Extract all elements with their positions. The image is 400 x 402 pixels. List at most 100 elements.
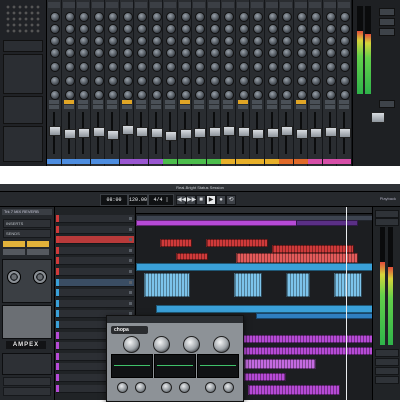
track-mute-button[interactable] [129,259,132,263]
channel-knob[interactable] [340,76,351,86]
channel-knob[interactable] [122,24,133,34]
channel-knob[interactable] [137,48,148,58]
channel-fader[interactable] [63,129,76,140]
channel-knob[interactable] [180,12,191,22]
forward-button[interactable]: ▶▶ [186,195,196,205]
channel-name-field[interactable] [251,2,264,8]
channel-fader[interactable] [310,127,323,138]
channel-knob[interactable] [224,24,235,34]
solo-button[interactable] [136,100,147,104]
panel-button[interactable] [375,358,399,366]
channel-knob[interactable] [311,76,322,86]
region-clip[interactable] [256,313,372,319]
channel-knob[interactable] [238,24,249,34]
channel-knob[interactable] [93,62,104,72]
channel-knob[interactable] [325,36,336,46]
insert-slot[interactable] [27,249,49,255]
channel-knob[interactable] [122,36,133,46]
channel-knob[interactable] [50,48,60,58]
preset-selector[interactable] [3,40,43,52]
channel-knob[interactable] [267,24,278,34]
mute-button[interactable] [179,105,190,109]
mute-button[interactable] [92,105,103,109]
channel-knob[interactable] [108,24,119,34]
mute-button[interactable] [208,105,219,109]
tape-plugin-panel[interactable] [2,259,52,303]
channel-knob[interactable] [180,76,191,86]
rewind-button[interactable]: ◀◀ [176,195,186,205]
channel-name-field[interactable] [236,2,249,8]
channel-fader[interactable] [107,130,120,141]
channel-fader[interactable] [49,126,61,137]
channel-knob[interactable] [108,62,119,72]
channel-knob[interactable] [267,48,278,58]
channel-fader[interactable] [150,127,163,138]
mute-button[interactable] [223,105,234,109]
channel-knob[interactable] [93,24,104,34]
track-header[interactable] [56,236,134,245]
channel-knob[interactable] [108,36,119,46]
solo-button[interactable] [281,100,292,104]
channel-knob[interactable] [93,76,104,86]
channel-knob[interactable] [253,76,264,86]
channel-knob[interactable] [151,90,162,100]
solo-button[interactable] [223,100,234,104]
channel-knob[interactable] [79,12,90,22]
channel-name-field[interactable] [280,2,293,8]
channel-knob[interactable] [224,62,235,72]
channel-knob[interactable] [296,36,307,46]
channel-knob[interactable] [122,62,133,72]
region-clip[interactable] [206,239,268,247]
channel-fader[interactable] [339,128,352,139]
channel-knob[interactable] [151,12,162,22]
plugin-small-knob[interactable] [179,382,190,393]
channel-knob[interactable] [282,12,293,22]
record-button[interactable]: ● [216,195,226,205]
solo-button[interactable] [208,100,219,104]
channel-knob[interactable] [325,62,336,72]
channel-fader[interactable] [194,128,207,139]
region-clip[interactable] [236,347,372,355]
channel-knob[interactable] [325,12,336,22]
inserts-row[interactable]: INSERTS [3,219,51,228]
monitor-section[interactable] [3,96,43,124]
solo-button[interactable] [107,100,118,104]
channel-knob[interactable] [180,48,191,58]
mute-button[interactable] [295,105,306,109]
mute-button[interactable] [107,105,118,109]
channel-fader[interactable] [295,129,308,140]
region-clip[interactable] [160,239,192,247]
track-header[interactable] [56,215,134,223]
channel-knob[interactable] [224,12,235,22]
channel-knob[interactable] [64,24,75,34]
track-header[interactable] [56,268,134,276]
mute-button[interactable] [194,105,205,109]
channel-knob[interactable] [151,48,162,58]
channel-knob[interactable] [253,12,264,22]
channel-fader[interactable] [266,127,279,138]
play-button[interactable]: ▶ [206,195,216,205]
channel-name-field[interactable] [120,2,133,8]
channel-name-field[interactable] [164,2,177,8]
channel-knob[interactable] [151,62,162,72]
channel-name-field[interactable] [91,2,104,8]
plugin-window-titlebar[interactable] [107,316,243,323]
channel-knob[interactable] [340,90,351,100]
channel-fader[interactable] [237,127,250,138]
channel-knob[interactable] [296,24,307,34]
channel-knob[interactable] [50,76,60,86]
channel-knob[interactable] [151,24,162,34]
channel-knob[interactable] [93,90,104,100]
region-clip[interactable] [234,273,262,297]
mute-button[interactable] [78,105,89,109]
channel-fader[interactable] [121,124,134,135]
channel-knob[interactable] [209,24,220,34]
stop-button[interactable]: ■ [196,195,206,205]
track-mute-button[interactable] [129,248,132,252]
channel-knob[interactable] [195,76,206,86]
channel-knob[interactable] [267,90,278,100]
channel-knob[interactable] [137,24,148,34]
channel-knob[interactable] [282,24,293,34]
channel-knob[interactable] [180,62,191,72]
channel-knob[interactable] [195,62,206,72]
